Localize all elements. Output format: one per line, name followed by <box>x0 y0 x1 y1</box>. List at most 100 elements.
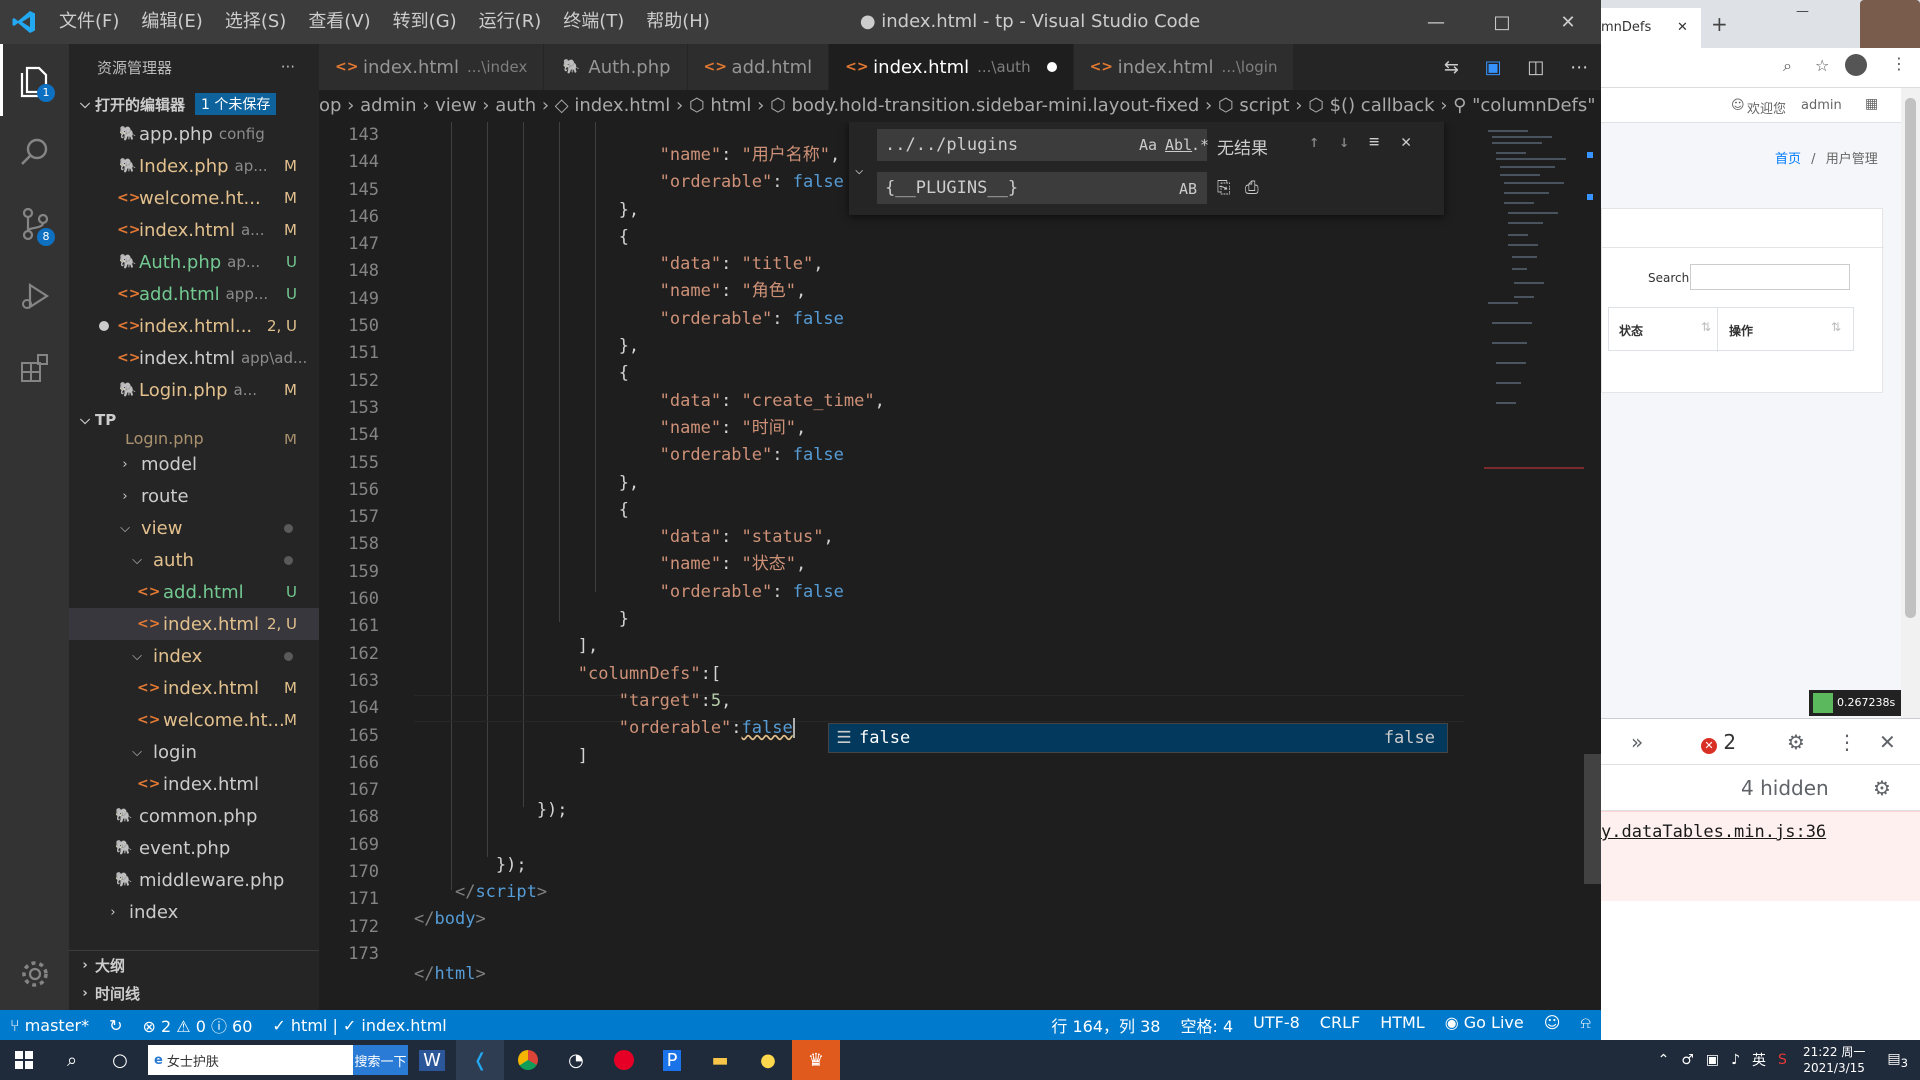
project-header[interactable]: ⌵ TP <box>69 406 319 434</box>
volume-icon[interactable]: ♪ <box>1725 1052 1746 1068</box>
ime-indicator[interactable]: 英 <box>1746 1050 1772 1070</box>
file-explorer-icon[interactable]: ▬ <box>696 1040 744 1080</box>
open-editor-welcome-html[interactable]: <> welcome.ht... M <box>69 182 319 214</box>
hidden-count[interactable]: 4 hidden <box>1741 776 1829 800</box>
find-input[interactable]: ../../plugins <box>877 129 1207 161</box>
replace-all-icon[interactable]: ⎙ <box>1245 178 1259 198</box>
close-devtools-icon[interactable]: ✕ <box>1879 730 1896 754</box>
more-options-icon[interactable]: ⋮ <box>1837 730 1857 754</box>
encoding[interactable]: UTF-8 <box>1243 1013 1310 1037</box>
indentation[interactable]: 空格: 4 <box>1170 1013 1243 1037</box>
gear-icon[interactable]: ⚙ <box>1873 776 1891 800</box>
debug-timer[interactable]: 0.267238s <box>1809 690 1901 716</box>
unsaved-dot-icon[interactable] <box>99 321 109 331</box>
minimap[interactable] <box>1484 122 1584 1010</box>
regex-toggle[interactable]: .* <box>1191 136 1209 154</box>
taskbar-clock[interactable]: 21:22 周一 2021/3/15 <box>1793 1044 1875 1076</box>
menu-edit[interactable]: 编辑(E) <box>130 0 213 44</box>
extensions-button[interactable] <box>0 332 69 404</box>
open-preview-icon[interactable]: ▣ <box>1485 57 1502 78</box>
search-button[interactable] <box>0 116 69 188</box>
column-header-status[interactable]: 状态 <box>1619 322 1643 339</box>
tab-auth-php[interactable]: 🐘 Auth.php <box>544 44 688 90</box>
notification-center-icon[interactable]: ▤3 <box>1875 1051 1920 1070</box>
sync-icon[interactable]: ↻ <box>99 1016 132 1035</box>
bookmark-star-icon[interactable]: ☆ <box>1815 56 1829 75</box>
start-button[interactable] <box>0 1040 48 1080</box>
tree-folder-auth[interactable]: ⌵ auth <box>69 544 319 576</box>
tree-folder-login[interactable]: ⌵ login <box>69 736 319 768</box>
find-in-selection-icon[interactable]: ≡ <box>1369 132 1379 152</box>
outline-header[interactable]: › 大纲 <box>69 951 319 979</box>
open-editor-index-html-auth[interactable]: <> index.html... 2, U <box>69 310 319 342</box>
chrome-app-icon[interactable] <box>504 1040 552 1080</box>
menu-go[interactable]: 转到(G) <box>382 0 468 44</box>
network-icon[interactable]: ▣ <box>1700 1052 1725 1068</box>
menu-selection[interactable]: 选择(S) <box>214 0 297 44</box>
profile-icon[interactable] <box>1845 54 1867 76</box>
cursor-position[interactable]: 行 164，列 38 <box>1041 1013 1170 1037</box>
open-editor-index-html-a[interactable]: <> index.html a... M <box>69 214 319 246</box>
compare-icon[interactable]: ⇆ <box>1444 57 1459 78</box>
language-check[interactable]: ✓ html | ✓ index.html <box>262 1016 456 1035</box>
tray-expand-icon[interactable]: ⌃ <box>1652 1052 1676 1068</box>
previous-match-icon[interactable]: ↑ <box>1309 132 1319 152</box>
taskbar-search-button[interactable]: 搜索一下 <box>353 1045 408 1075</box>
tab-index-html-login[interactable]: <> index.html ...\login <box>1073 44 1295 90</box>
tab-index-html-auth[interactable]: <> index.html ...\auth <box>829 44 1074 90</box>
code-editor[interactable]: 143 144 145 146 147 148 149 150 151 152 153 154 155 1… <box>319 122 1601 1010</box>
sort-icon[interactable]: ⇅ <box>1701 320 1711 334</box>
menu-terminal[interactable]: 终端(T) <box>552 0 635 44</box>
taskbar-search-box[interactable]: e 女士护肤 <box>148 1045 353 1075</box>
branch-indicator[interactable]: ⑂ master* <box>0 1016 99 1035</box>
error-source-link[interactable]: y.dataTables.min.js:36 <box>1601 822 1826 842</box>
open-editors-header[interactable]: ⌵ 打开的编辑器 1 个未保存 <box>69 90 319 118</box>
tree-index-welcome-html[interactable]: <> welcome.ht... M <box>69 704 319 736</box>
notifications-icon[interactable]: ⍾ <box>1570 1013 1601 1037</box>
tree-login-index-html[interactable]: <> index.html <box>69 768 319 800</box>
tree-login-php-partial[interactable]: Login.php M <box>69 434 319 448</box>
tree-folder-route[interactable]: › route <box>69 480 319 512</box>
new-tab-icon[interactable]: + <box>1711 12 1728 36</box>
next-match-icon[interactable]: ↓ <box>1339 132 1349 152</box>
line-ending[interactable]: CRLF <box>1310 1013 1370 1037</box>
run-debug-button[interactable] <box>0 260 69 332</box>
open-editor-app-php[interactable]: 🐘 app.php config <box>69 118 319 150</box>
breadcrumb-home[interactable]: 首页 <box>1775 152 1801 167</box>
suggestion-item[interactable]: ☰ false false <box>829 724 1447 752</box>
chat-app-icon[interactable]: ● <box>744 1040 792 1080</box>
replace-input[interactable]: {__PLUGINS__} <box>877 172 1207 204</box>
browser-tab[interactable]: mnDefs ✕ <box>1601 8 1701 48</box>
open-editor-add-html[interactable]: <> add.html app... U <box>69 278 319 310</box>
apps-grid-icon[interactable]: ▦ <box>1865 96 1878 112</box>
more-tabs-icon[interactable]: » <box>1631 730 1643 754</box>
tree-auth-add-html[interactable]: <> add.html U <box>69 576 319 608</box>
microphone-icon[interactable]: ♂ <box>1675 1052 1700 1068</box>
settings-button[interactable] <box>0 938 69 1010</box>
more-actions-icon[interactable]: ⋯ <box>1570 57 1588 78</box>
source-control-button[interactable]: 8 <box>0 188 69 260</box>
editor-scrollbar[interactable] <box>1584 122 1601 1010</box>
unsaved-dot-icon[interactable] <box>1046 62 1057 72</box>
menu-file[interactable]: 文件(F) <box>48 0 130 44</box>
vscode-app-icon[interactable]: ❬ <box>456 1040 504 1080</box>
open-editor-index-php[interactable]: 🐘 Index.php ap... M <box>69 150 319 182</box>
error-count[interactable]: ✕ 2 <box>1701 730 1736 754</box>
phpstudy-app-icon[interactable]: P <box>648 1040 696 1080</box>
open-editor-login-php[interactable]: 🐘 Login.php a... M <box>69 374 319 406</box>
menu-view[interactable]: 查看(V) <box>297 0 381 44</box>
open-editor-auth-php[interactable]: 🐘 Auth.php ap... U <box>69 246 319 278</box>
maximize-icon[interactable]: □ <box>1469 0 1535 44</box>
browser-menu-icon[interactable]: ⋮ <box>1891 54 1907 73</box>
explorer-button[interactable]: 1 <box>0 44 69 116</box>
tree-folder-root-index[interactable]: › index <box>69 896 319 928</box>
tree-event-php[interactable]: 🐘 event.php <box>69 832 319 864</box>
menu-run[interactable]: 运行(R) <box>468 0 553 44</box>
sort-icon[interactable]: ⇅ <box>1831 320 1841 334</box>
github-app-icon[interactable]: ◔ <box>552 1040 600 1080</box>
close-icon[interactable]: ✕ <box>1535 0 1601 44</box>
browser-scrollbar[interactable] <box>1901 88 1920 718</box>
open-editor-index-html-admin[interactable]: <> index.html app\ad... <box>69 342 319 374</box>
problems-indicator[interactable]: ⊗ 2 ⚠ 0 ⓘ 60 <box>133 1013 263 1037</box>
close-find-icon[interactable]: ✕ <box>1401 132 1411 152</box>
